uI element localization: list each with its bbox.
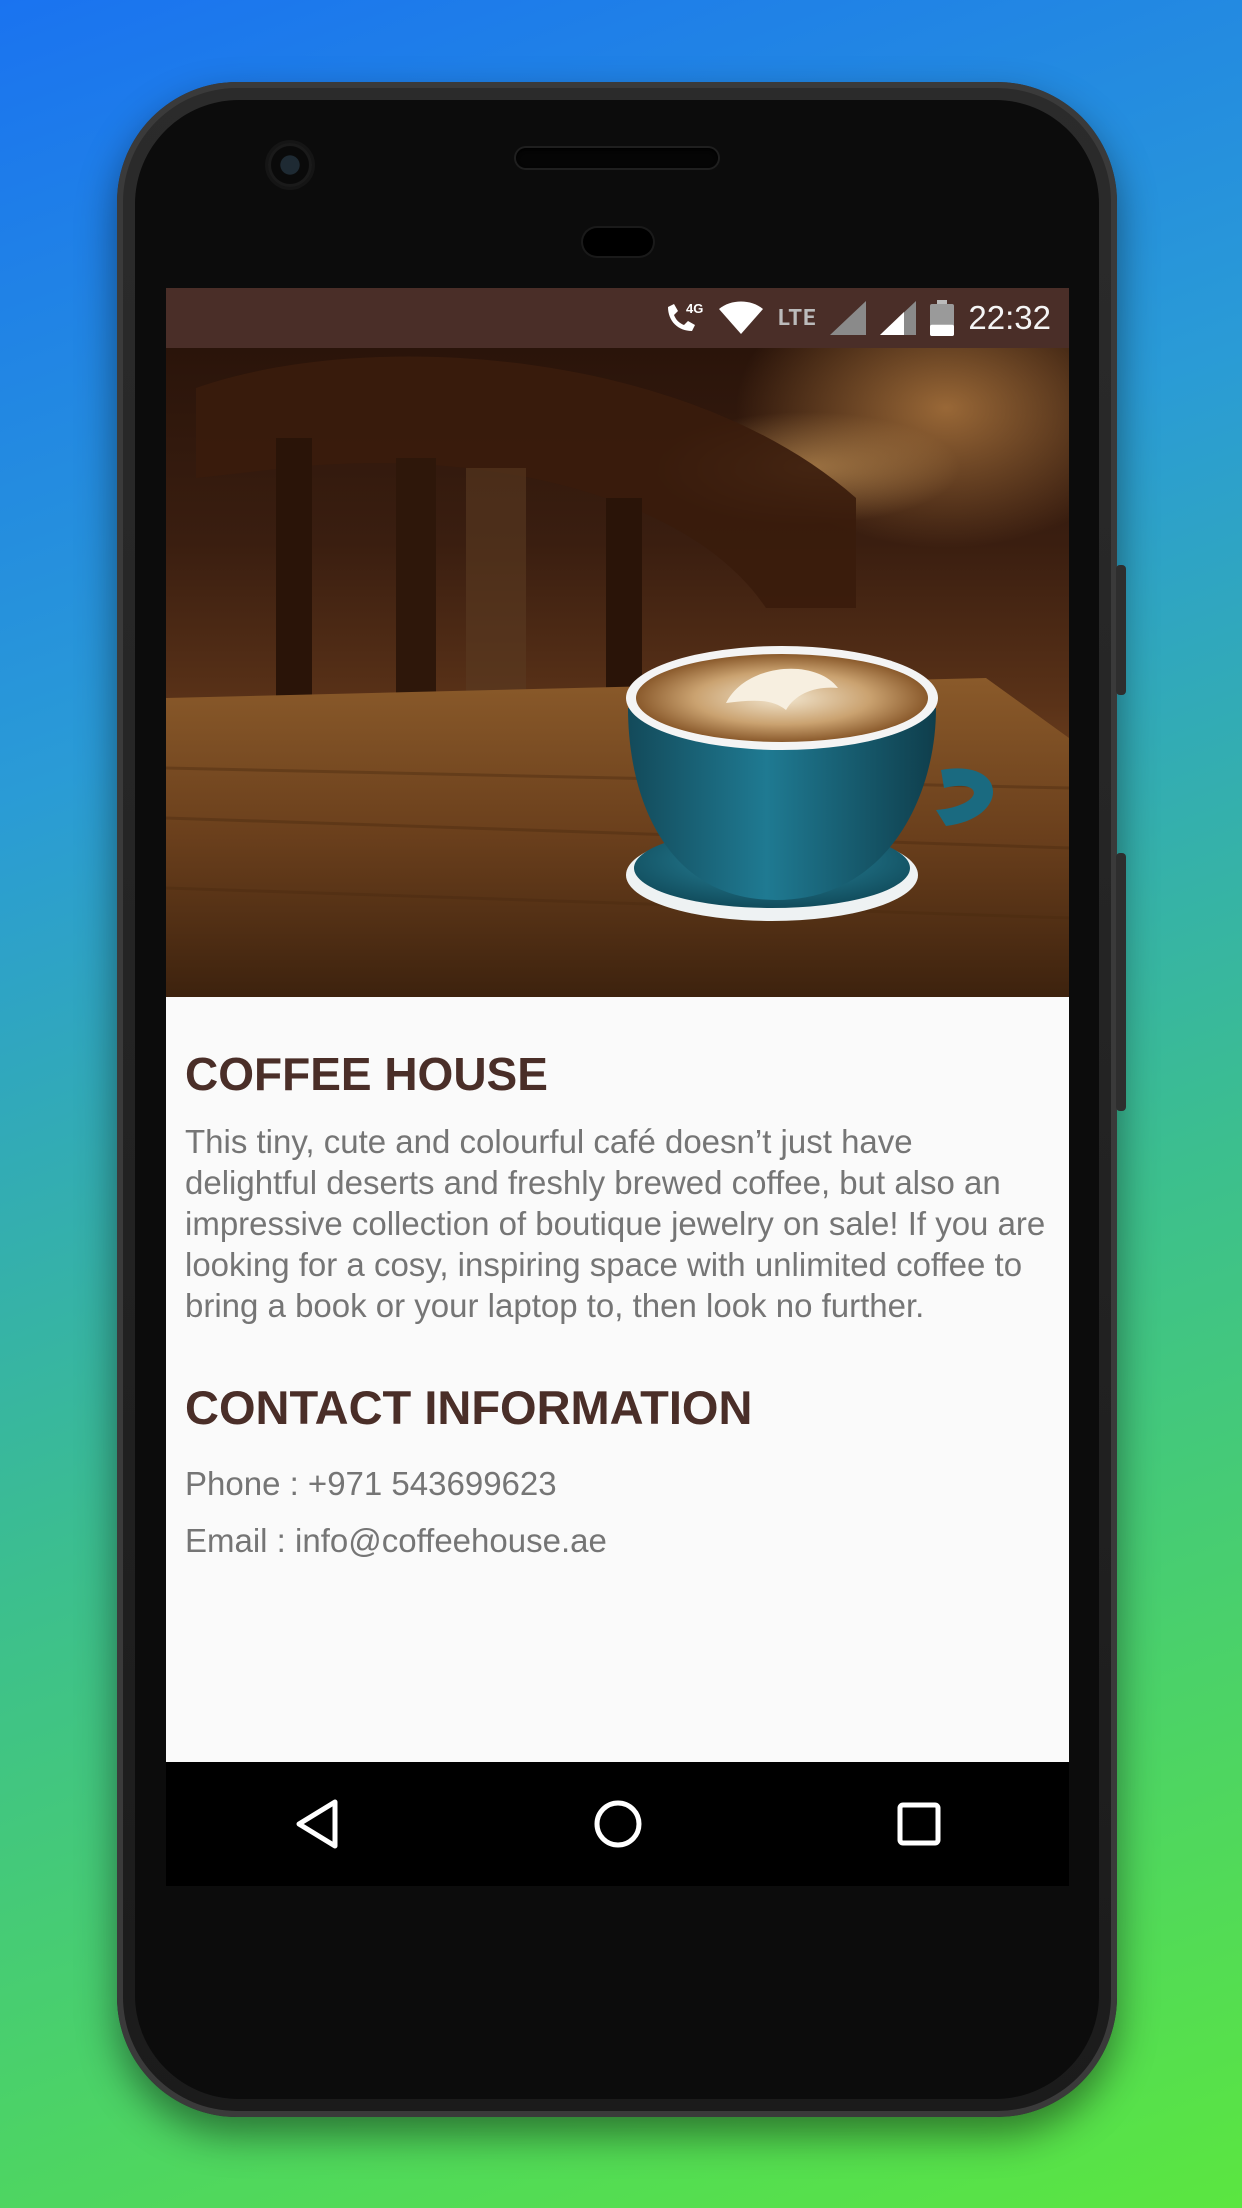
front-camera: [268, 143, 312, 187]
contact-heading: CONTACT INFORMATION: [185, 1381, 753, 1434]
app-screen: 4G LTE 22:32 COFFEE HOUSE This tiny, cut…: [166, 288, 1069, 1762]
signal-icon: [880, 301, 917, 335]
volume-button: [1116, 853, 1126, 1111]
battery-icon: [930, 300, 955, 336]
recents-icon: [897, 1802, 940, 1846]
back-icon: [296, 1799, 337, 1849]
android-nav-bar: [166, 1762, 1069, 1886]
cafe-description: This tiny, cute and colourful café doesn…: [185, 1123, 1046, 1324]
wifi-icon: [718, 301, 764, 335]
status-time: 22:32: [968, 299, 1051, 336]
proximity-sensor: [583, 228, 653, 256]
coffee-latte-photo: [166, 348, 1069, 997]
signal-icon: [830, 301, 867, 335]
cafe-title: COFFEE HOUSE: [185, 1048, 548, 1100]
network-type-label: 4G: [686, 301, 703, 316]
power-button: [1116, 565, 1126, 695]
lte-label: LTE: [777, 305, 817, 331]
content-section: COFFEE HOUSE This tiny, cute and colourf…: [166, 997, 1069, 1560]
home-icon: [594, 1800, 641, 1848]
home-button[interactable]: [578, 1784, 658, 1864]
contact-phone[interactable]: Phone : +971 543699623: [185, 1465, 1050, 1503]
phone-4g-icon: 4G: [662, 299, 704, 337]
contact-email[interactable]: Email : info@coffeehouse.ae: [185, 1522, 1050, 1560]
earpiece-speaker: [516, 148, 718, 168]
status-bar: 4G LTE 22:32: [166, 288, 1069, 348]
recents-button[interactable]: [879, 1784, 959, 1864]
back-button[interactable]: [277, 1784, 357, 1864]
